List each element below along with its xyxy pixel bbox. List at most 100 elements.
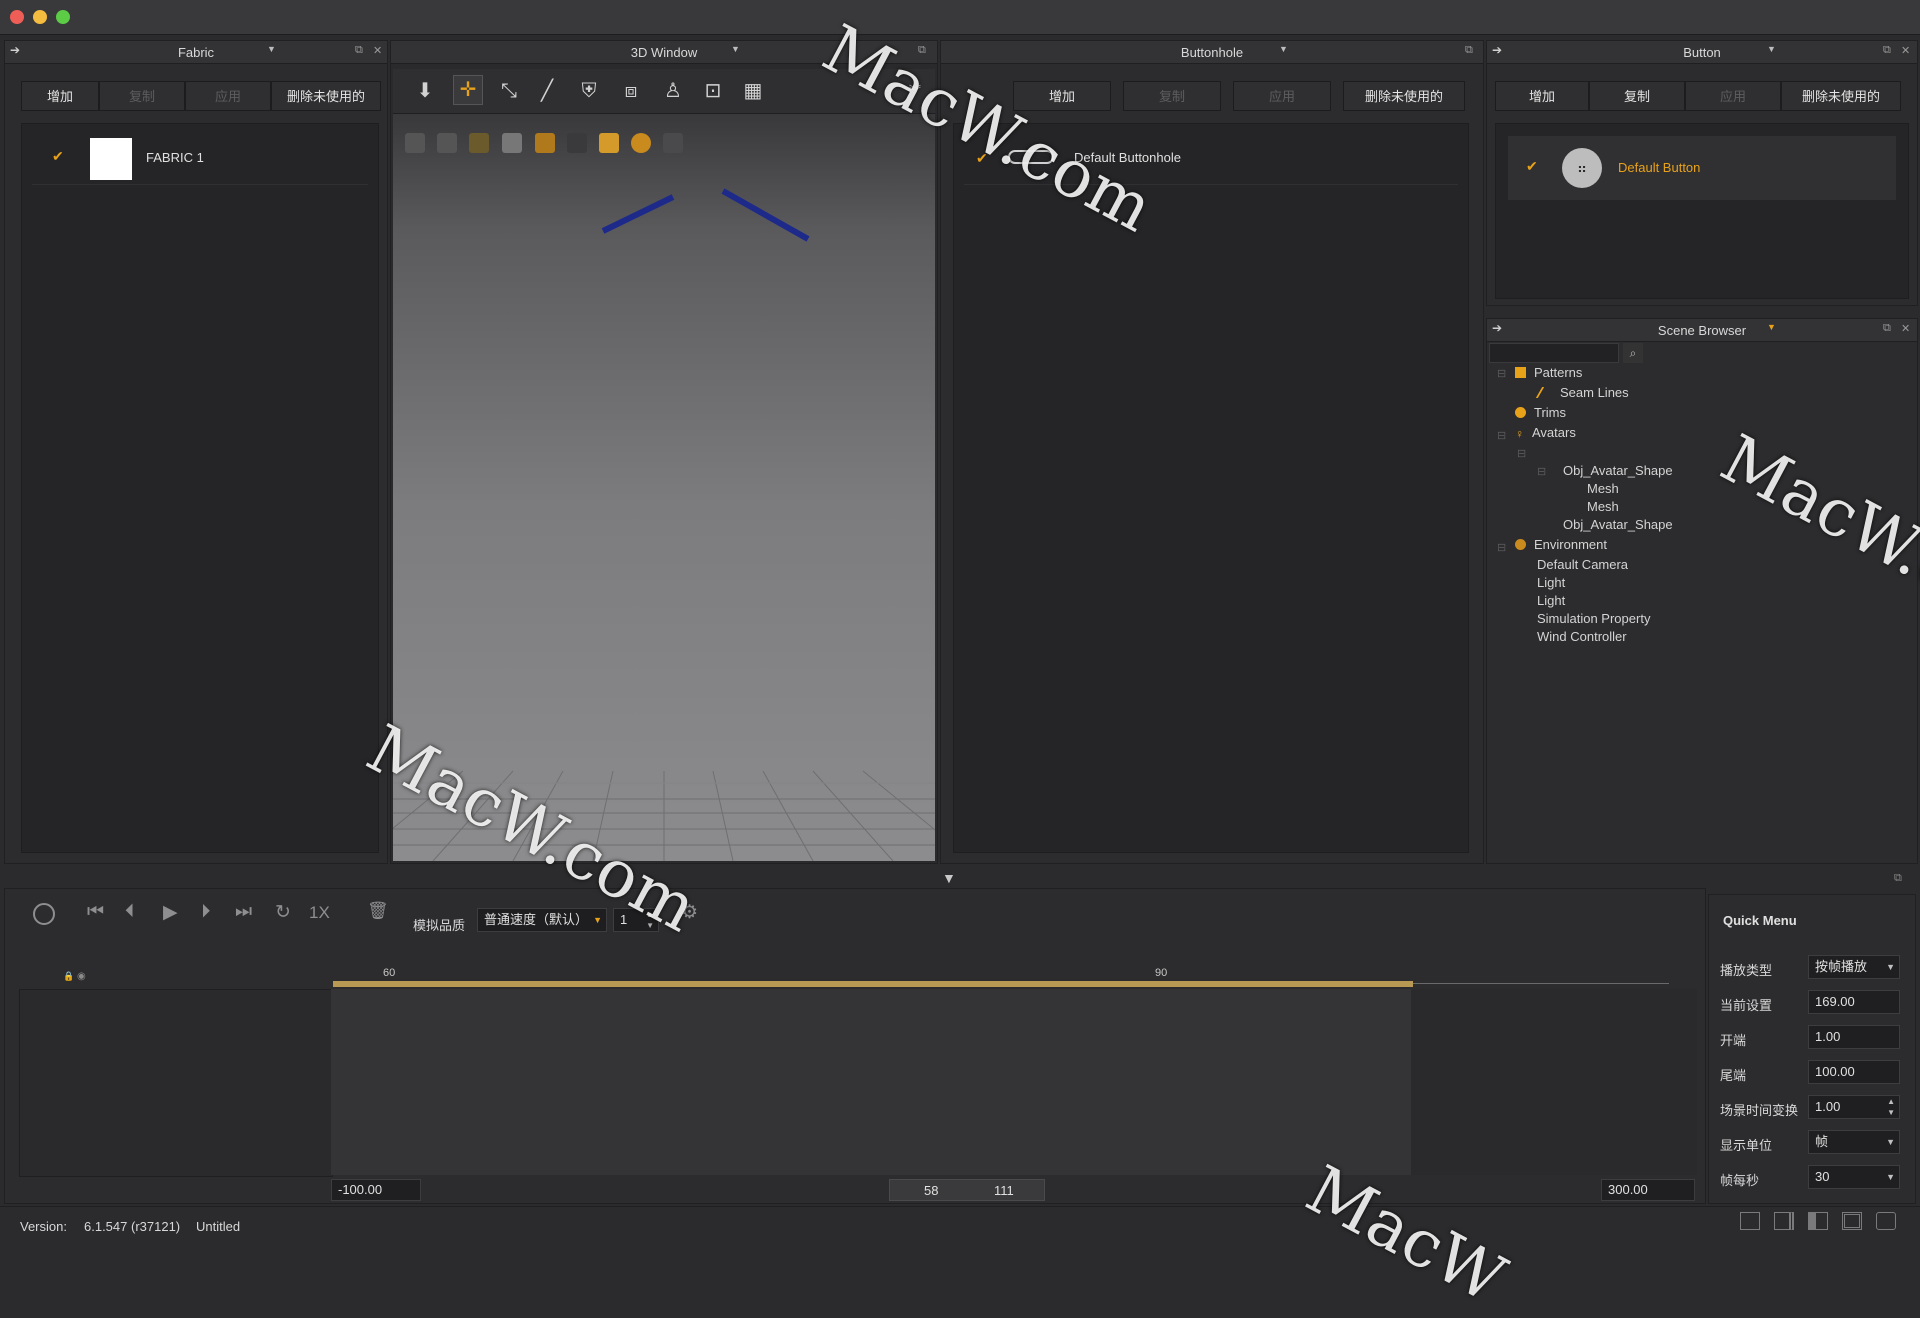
tree-item-avatar-shape[interactable]: Obj_Avatar_Shape: [1563, 517, 1673, 532]
tree-item-simulation-property[interactable]: Simulation Property: [1537, 611, 1650, 626]
dropdown-arrow-icon[interactable]: ▼: [1279, 44, 1288, 54]
single-layout-icon[interactable]: [1740, 1212, 1760, 1230]
tree-item-mesh[interactable]: Mesh: [1587, 481, 1619, 496]
split-layout-icon[interactable]: [1774, 1212, 1794, 1230]
lock-icon[interactable]: 🔒: [63, 971, 74, 982]
button-copy-button[interactable]: 复制: [1589, 81, 1685, 111]
tree-item-avatars[interactable]: ♀ Avatars: [1515, 425, 1576, 441]
play-icon[interactable]: ▶: [163, 901, 178, 924]
scene-search-input[interactable]: [1489, 343, 1619, 363]
detach-icon[interactable]: ⧉: [1465, 44, 1473, 57]
playback-type-select[interactable]: 按帧播放 ▼: [1808, 955, 1900, 979]
list-item[interactable]: ✔ ⠶ Default Button: [1508, 136, 1896, 200]
trash-icon[interactable]: 🗑: [367, 901, 389, 921]
quality-select[interactable]: 普通速度（默认） ▼: [477, 908, 607, 932]
fps-select[interactable]: 30 ▼: [1808, 1165, 1900, 1189]
line-tool-icon[interactable]: ╱: [533, 77, 561, 105]
garment-display-icon[interactable]: [437, 133, 457, 153]
3d-viewport[interactable]: [393, 71, 935, 861]
buttonhole-copy-button[interactable]: 复制: [1123, 81, 1221, 111]
select-move-icon[interactable]: ✛: [453, 75, 483, 105]
tree-item-seam-lines[interactable]: Seam Lines: [1535, 385, 1629, 400]
select-mesh-icon[interactable]: ⤡: [495, 77, 523, 105]
button-add-button[interactable]: 增加: [1495, 81, 1589, 111]
buttonhole-apply-button[interactable]: 应用: [1233, 81, 1331, 111]
dropdown-arrow-icon[interactable]: ▼: [1767, 322, 1776, 332]
minimize-window-button[interactable]: [33, 10, 47, 24]
collapse-toggle-icon[interactable]: ⊟: [1497, 429, 1506, 442]
grid-icon[interactable]: ▦: [739, 77, 767, 105]
garment-icon[interactable]: ⛨: [575, 77, 603, 105]
dropdown-arrow-icon[interactable]: ▼: [731, 44, 740, 54]
detach-icon[interactable]: ⧉: [1883, 322, 1891, 335]
dropdown-arrow-icon[interactable]: ▼: [1767, 44, 1776, 54]
detach-icon[interactable]: ⧉: [1883, 44, 1891, 57]
skip-start-icon[interactable]: ⏮: [87, 901, 104, 923]
fabric-delete-unused-button[interactable]: 删除未使用的: [271, 81, 381, 111]
fold-icon[interactable]: ⧈: [617, 77, 645, 105]
arrange-icon[interactable]: ⊡: [699, 77, 727, 105]
tree-item-patterns[interactable]: Patterns: [1515, 365, 1582, 380]
tree-item-avatar-shape[interactable]: Obj_Avatar_Shape: [1563, 463, 1673, 478]
grid-layout-icon[interactable]: [1842, 1212, 1862, 1230]
shadow-icon[interactable]: [567, 133, 587, 153]
display-unit-select[interactable]: 帧 ▼: [1808, 1130, 1900, 1154]
end-field[interactable]: 100.00: [1808, 1060, 1900, 1084]
collapse-toggle-icon[interactable]: ⊟: [1497, 541, 1506, 554]
current-setting-field[interactable]: 169.00: [1808, 990, 1900, 1014]
tree-item-default-camera[interactable]: Default Camera: [1537, 557, 1628, 572]
globe-icon[interactable]: [631, 133, 651, 153]
active-range-bar[interactable]: [333, 981, 1413, 987]
tree-item-wind-controller[interactable]: Wind Controller: [1537, 629, 1627, 644]
track-canvas[interactable]: [331, 989, 1411, 1175]
detach-icon[interactable]: ⧉: [1894, 872, 1902, 885]
checkmark-icon[interactable]: ✔: [52, 148, 64, 165]
range-start-field[interactable]: -100.00: [331, 1179, 421, 1201]
three-pane-layout-icon[interactable]: [1808, 1212, 1828, 1230]
skip-end-icon[interactable]: ⏭: [235, 901, 252, 923]
collapse-toggle-icon[interactable]: ⊟: [1537, 465, 1546, 478]
eye-icon[interactable]: ◉: [77, 971, 86, 982]
button-apply-button[interactable]: 应用: [1685, 81, 1781, 111]
tree-item-light[interactable]: Light: [1537, 575, 1565, 590]
step-back-icon[interactable]: ⏴: [125, 901, 135, 923]
stepper-arrows-icon[interactable]: ▲ ▼: [1887, 1096, 1895, 1118]
detach-icon[interactable]: ⧉: [355, 44, 363, 57]
custom-layout-icon[interactable]: [1876, 1212, 1896, 1230]
upload-icon[interactable]: [663, 133, 683, 153]
list-item[interactable]: ✔ FABRIC 1: [32, 134, 368, 185]
scene-time-scale-stepper[interactable]: 1.00 ▲ ▼: [1808, 1095, 1900, 1119]
close-icon[interactable]: ✕: [1901, 44, 1910, 57]
zoom-window-button[interactable]: [56, 10, 70, 24]
tree-item-trims[interactable]: Trims: [1515, 405, 1566, 420]
loop-icon[interactable]: ↻: [275, 901, 291, 924]
close-icon[interactable]: ✕: [373, 44, 382, 57]
record-button[interactable]: [33, 903, 55, 925]
collapse-toggle-icon[interactable]: ⊟: [1497, 367, 1506, 380]
drop-arrow-icon[interactable]: ⬇: [411, 77, 439, 105]
button-delete-unused-button[interactable]: 删除未使用的: [1781, 81, 1901, 111]
collapse-arrow-icon[interactable]: ▼: [942, 870, 956, 886]
patch-icon[interactable]: [535, 133, 555, 153]
step-forward-icon[interactable]: ⏵: [201, 901, 211, 923]
avatar-display-icon[interactable]: [502, 133, 522, 153]
speed-button[interactable]: 1X: [309, 903, 330, 923]
buttonhole-delete-unused-button[interactable]: 删除未使用的: [1343, 81, 1465, 111]
avatar-pin-icon[interactable]: ♙: [659, 77, 687, 105]
tree-item-light[interactable]: Light: [1537, 593, 1565, 608]
range-end-field[interactable]: 300.00: [1601, 1179, 1695, 1201]
dropdown-arrow-icon[interactable]: ▼: [267, 44, 276, 54]
close-window-button[interactable]: [10, 10, 24, 24]
tree-item-environment[interactable]: Environment: [1515, 537, 1607, 552]
start-field[interactable]: 1.00: [1808, 1025, 1900, 1049]
texture-icon[interactable]: [405, 133, 425, 153]
person-icon[interactable]: [599, 133, 619, 153]
search-icon[interactable]: ⌕: [1623, 343, 1643, 363]
collapse-toggle-icon[interactable]: ⊟: [1517, 447, 1526, 460]
close-icon[interactable]: ✕: [1901, 322, 1910, 335]
range-window-slider[interactable]: 58 111: [889, 1179, 1045, 1201]
fabric-add-button[interactable]: 增加: [21, 81, 99, 111]
fabric-copy-button[interactable]: 复制: [99, 81, 185, 111]
fabric-apply-button[interactable]: 应用: [185, 81, 271, 111]
tree-item-mesh[interactable]: Mesh: [1587, 499, 1619, 514]
